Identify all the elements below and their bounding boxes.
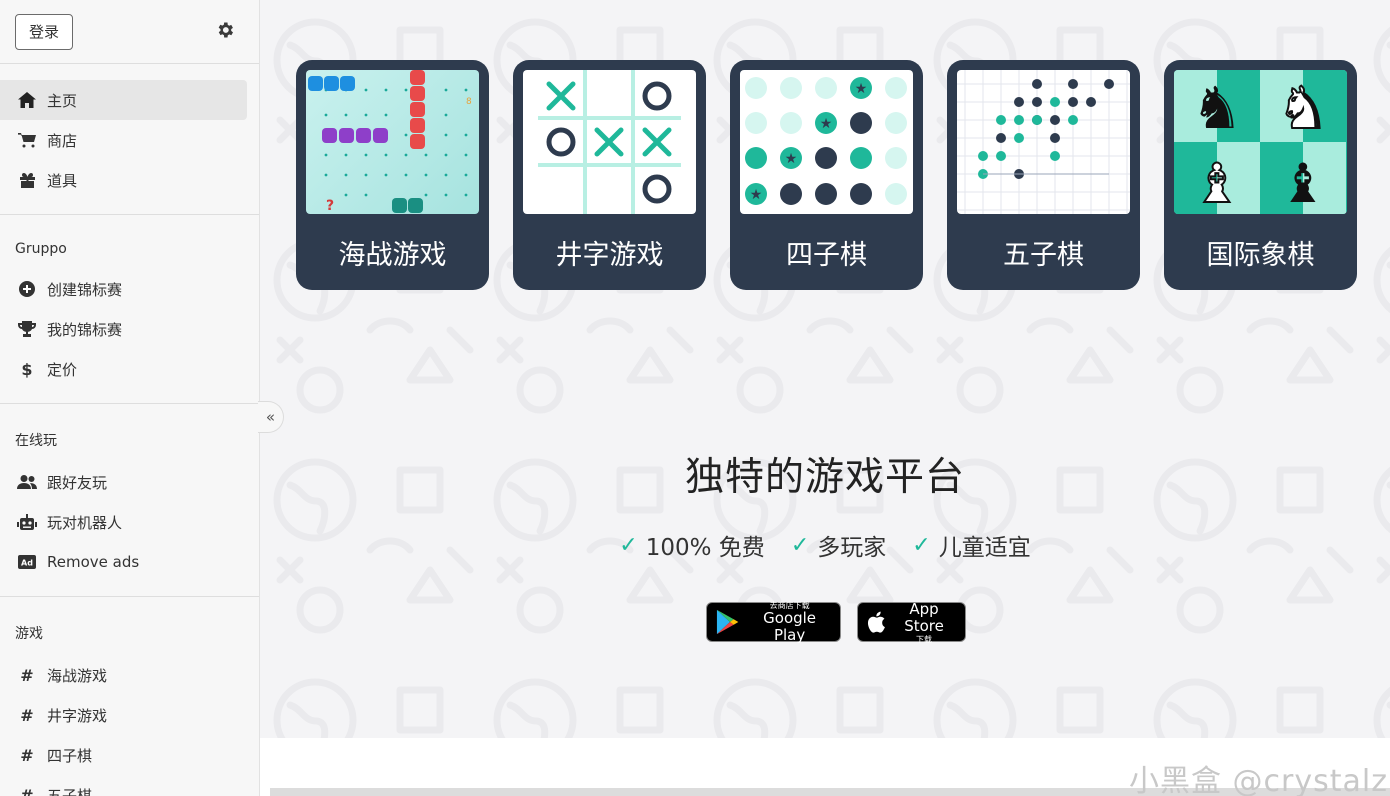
- sidebar: 登录 主页 商店 道具 Gruppo 创建锦标赛 我的锦标赛 $ 定价 在线玩 …: [0, 0, 260, 796]
- svg-text:★: ★: [785, 151, 798, 167]
- sidebar-item-tictactoe[interactable]: # 井字游戏: [0, 695, 247, 735]
- hash-icon: #: [20, 745, 34, 765]
- sidebar-item-home[interactable]: 主页: [0, 80, 247, 120]
- cart-icon: [16, 130, 38, 150]
- sidebar-item-my-tournaments[interactable]: 我的锦标赛: [0, 309, 247, 349]
- home-icon: [16, 90, 38, 110]
- gear-icon[interactable]: [215, 20, 235, 44]
- svg-text:★: ★: [855, 81, 868, 97]
- hash-icon: #: [20, 705, 34, 725]
- check-icon: ✓: [790, 532, 810, 558]
- svg-text:♝: ♝: [1279, 152, 1327, 214]
- svg-text:Ad: Ad: [21, 559, 33, 568]
- sidebar-item-label: 井字游戏: [47, 706, 108, 725]
- feature-list: ✓ 100% 免费 ✓ 多玩家 ✓ 儿童适宜: [260, 528, 1390, 562]
- watermark-text: 小黑盒 @crystalz: [1129, 764, 1388, 796]
- sidebar-item-label: 跟好友玩: [47, 473, 108, 492]
- sidebar-top: 登录: [0, 0, 259, 64]
- sidebar-heading-games: 游戏: [15, 626, 43, 642]
- svg-text:★: ★: [750, 187, 763, 203]
- app-store-big-text: App Store: [904, 599, 944, 635]
- card-title: 五子棋: [1003, 240, 1084, 271]
- ad-icon: Ad: [16, 552, 38, 572]
- sidebar-item-label: 商店: [47, 131, 78, 150]
- sidebar-item-label: 海战游戏: [47, 666, 108, 685]
- sidebar-main-nav: 主页 商店 道具: [0, 64, 259, 215]
- game-card-chess[interactable]: ♞ ♞ ♝ ♝ 国际象棋: [1164, 60, 1357, 290]
- card-title: 国际象棋: [1206, 240, 1315, 271]
- apple-icon: [867, 611, 885, 633]
- gift-icon: [16, 170, 38, 190]
- login-button[interactable]: 登录: [15, 13, 73, 50]
- game-cards: ? 8 海战游戏 井字游戏 ★ ★ ★ ★ 四子棋 五子棋 ♞ ♞ ♝ ♝ 国际…: [296, 60, 1357, 290]
- feature-item: ✓ 多玩家: [791, 528, 886, 562]
- hash-icon: #: [20, 665, 34, 685]
- hash-icon: #: [20, 785, 34, 796]
- svg-text:♞: ♞: [1191, 74, 1243, 142]
- game-card-connect-four[interactable]: ★ ★ ★ ★ 四子棋: [730, 60, 923, 290]
- sidebar-item-label: 道具: [47, 171, 78, 190]
- card-title: 四子棋: [786, 240, 867, 271]
- sidebar-gruppo-section: Gruppo 创建锦标赛 我的锦标赛 $ 定价: [0, 215, 259, 404]
- main-content: ? 8 海战游戏 井字游戏 ★ ★ ★ ★ 四子棋 五子棋 ♞ ♞ ♝ ♝ 国际…: [260, 0, 1390, 738]
- game-card-tictactoe[interactable]: 井字游戏: [513, 60, 706, 290]
- robot-icon: [16, 512, 38, 532]
- svg-text:♝: ♝: [1193, 152, 1241, 214]
- google-play-icon: [716, 609, 739, 635]
- card-title: 海战游戏: [338, 240, 447, 271]
- store-badges: 去商店下载 Google Play App Store 下载: [282, 599, 1390, 644]
- hero-title: 独特的游戏平台: [684, 455, 965, 500]
- sidebar-item-shop[interactable]: 商店: [0, 120, 247, 160]
- tictactoe-preview: [523, 70, 696, 214]
- feature-label: 多玩家: [817, 535, 887, 561]
- feature-item: ✓ 儿童适宜: [912, 528, 1030, 562]
- feature-item: ✓ 100% 免费: [619, 528, 765, 562]
- sidebar-item-label: 主页: [47, 91, 78, 110]
- svg-text:?: ?: [326, 198, 334, 214]
- chess-preview: ♞ ♞ ♝ ♝: [1174, 70, 1347, 214]
- sidebar-games-section: 游戏 # 海战游戏 # 井字游戏 # 四子棋 # 五子棋: [0, 597, 259, 796]
- dollar-icon: $: [21, 359, 33, 379]
- svg-text:8: 8: [466, 97, 472, 107]
- app-store-small-text: 下载: [916, 634, 933, 644]
- trophy-icon: [16, 319, 38, 339]
- google-play-big-text: Google Play: [763, 608, 817, 644]
- game-card-battleship[interactable]: ? 8 海战游戏: [296, 60, 489, 290]
- connect-four-preview: ★ ★ ★ ★: [740, 70, 913, 214]
- users-icon: [16, 472, 38, 492]
- sidebar-item-label: 我的锦标赛: [47, 320, 123, 339]
- sidebar-item-label: 五子棋: [47, 786, 93, 796]
- sidebar-item-battleship[interactable]: # 海战游戏: [0, 655, 247, 695]
- sidebar-item-label: Remove ads: [47, 553, 140, 571]
- svg-text:♞: ♞: [1277, 74, 1329, 142]
- card-title: 井字游戏: [555, 240, 664, 271]
- sidebar-item-create-tournament[interactable]: 创建锦标赛: [0, 269, 247, 309]
- feature-label: 100% 免费: [645, 535, 765, 561]
- app-store-badge[interactable]: App Store 下载: [857, 599, 966, 644]
- sidebar-heading-gruppo: Gruppo: [15, 241, 67, 257]
- gomoku-preview: [957, 70, 1130, 214]
- sidebar-item-gomoku[interactable]: # 五子棋: [0, 775, 247, 796]
- svg-text:★: ★: [820, 116, 833, 132]
- hero-section: 独特的游戏平台 ✓ 100% 免费 ✓ 多玩家 ✓ 儿童适宜 去商店下载 Google…: [260, 446, 1390, 644]
- sidebar-heading-online: 在线玩: [15, 433, 57, 449]
- check-icon: ✓: [619, 532, 638, 558]
- game-card-gomoku[interactable]: 五子棋: [947, 60, 1140, 290]
- sidebar-item-remove-ads[interactable]: Ad Remove ads: [0, 542, 247, 582]
- sidebar-online-section: 在线玩 跟好友玩 玩对机器人 Ad Remove ads: [0, 404, 259, 597]
- sidebar-item-play-friends[interactable]: 跟好友玩: [0, 462, 247, 502]
- sidebar-item-label: 玩对机器人: [47, 513, 123, 532]
- sidebar-item-pricing[interactable]: $ 定价: [0, 349, 247, 389]
- sidebar-item-label: 创建锦标赛: [47, 280, 123, 299]
- sidebar-item-label: 四子棋: [47, 746, 93, 765]
- google-play-badge[interactable]: 去商店下载 Google Play: [706, 601, 841, 644]
- feature-label: 儿童适宜: [938, 535, 1031, 561]
- battleship-preview: ? 8: [306, 70, 479, 214]
- sidebar-item-items[interactable]: 道具: [0, 160, 247, 200]
- sidebar-item-play-bot[interactable]: 玩对机器人: [0, 502, 247, 542]
- plus-circle-icon: [16, 279, 38, 299]
- sidebar-item-connect-four[interactable]: # 四子棋: [0, 735, 247, 775]
- sidebar-item-label: 定价: [47, 360, 78, 379]
- check-icon: ✓: [912, 532, 931, 558]
